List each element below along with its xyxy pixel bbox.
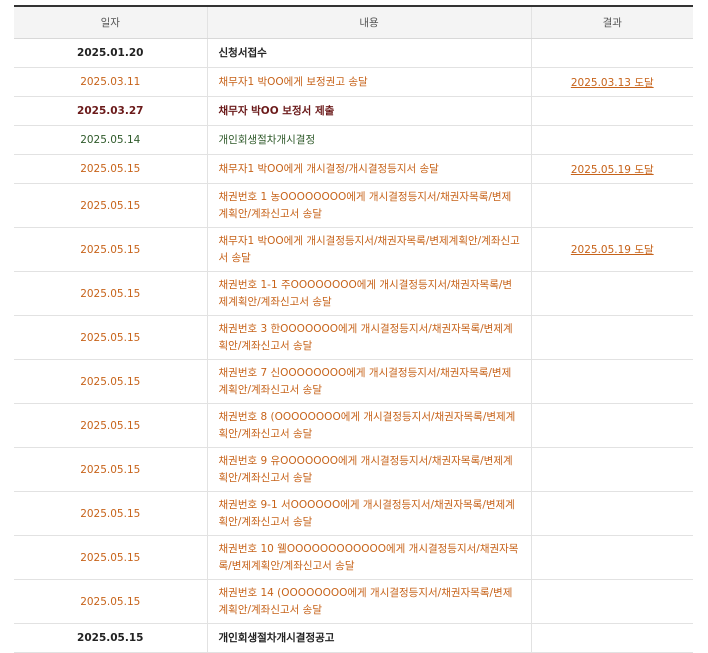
table-body: 2025.01.20 신청서접수 2025.03.11 채무자1 박OO에게 보정권고… [14,38,693,653]
table-row: 2025.05.15 채권번호 3 한OOOOOOO에게 개시결정등지서/채권자목… [14,315,693,360]
table-row: 2025.05.15 채권번호 1-1 주OOOOOOOO에게 개시결정등지서/채… [14,271,693,316]
row-content: 채권번호 14 (OOOOOOOO에게 개시결정등지서/채권자목록/변제계획안/… [206,579,531,624]
table-row: 2025.05.15 채무자1 박OO에게 개시결정등지서/채권자목록/변제계획안… [14,227,693,272]
row-content: 채권번호 9-1 서OOOOOO에게 개시결정등지서/채권자목록/변제계획안/계… [206,491,531,536]
row-content: 채무자1 박OO에게 개시결정등지서/채권자목록/변제계획안/계좌신고서 송달 [206,227,531,272]
table-row: 2025.03.11 채무자1 박OO에게 보정권고 송달 2025.03.13 도… [14,67,693,97]
row-content: 채권번호 7 신OOOOOOOO에게 개시결정등지서/채권자목록/변제계획안/계… [206,359,531,404]
table-row: 2025.05.15 채권번호 9-1 서OOOOOO에게 개시결정등지서/채권자… [14,491,693,536]
table-row: 2025.05.15 채권번호 1 농OOOOOOOO에게 개시결정등지서/채권자… [14,183,693,228]
row-result [530,535,693,580]
row-result [530,271,693,316]
row-result [530,315,693,360]
row-date: 2025.05.15 [14,403,207,448]
row-date: 2025.05.15 [14,359,207,404]
row-date: 2025.05.15 [14,623,207,653]
row-result: 2025.05.19 도달 [530,227,693,272]
row-content: 채무자1 박OO에게 개시결정/개시결정등지서 송달 [206,154,531,184]
row-date: 2025.05.15 [14,491,207,536]
row-content: 채권번호 1-1 주OOOOOOOO에게 개시결정등지서/채권자목록/변제계획안… [206,271,531,316]
table-row: 2025.05.15 채권번호 9 유OOOOOOO에게 개시결정등지서/채권자목… [14,447,693,492]
row-result [530,447,693,492]
row-content: 개인회생절차개시결정공고 [206,623,531,653]
row-date: 2025.05.15 [14,154,207,184]
row-content: 개인회생절차개시결정 [206,125,531,155]
table-row: 2025.05.15 채권번호 14 (OOOOOOOO에게 개시결정등지서/채권… [14,579,693,624]
delivery-result-link[interactable]: 2025.05.19 도달 [571,244,654,256]
row-content: 채권번호 8 (OOOOOOOO에게 개시결정등지서/채권자목록/변제계획안/계… [206,403,531,448]
row-date: 2025.05.15 [14,579,207,624]
table-row: 2025.05.15 채권번호 8 (OOOOOOOO에게 개시결정등지서/채권자… [14,403,693,448]
row-result [530,96,693,126]
row-date: 2025.03.27 [14,96,207,126]
table-row: 2025.05.15 채권번호 7 신OOOOOOOO에게 개시결정등지서/채권자… [14,359,693,404]
row-result: 2025.05.19 도달 [530,154,693,184]
delivery-result-link[interactable]: 2025.03.13 도달 [571,77,654,89]
row-result [530,623,693,653]
row-date: 2025.03.11 [14,67,207,97]
row-date: 2025.05.15 [14,447,207,492]
row-result [530,359,693,404]
table-row: 2025.03.27 채무자 박OO 보정서 제출 [14,96,693,126]
row-content: 채무자 박OO 보정서 제출 [206,96,531,126]
row-date: 2025.01.20 [14,38,207,68]
header-content: 내용 [206,5,531,39]
row-content: 채권번호 10 웰OOOOOOOOOOOO에게 개시결정등지서/채권자목록/변제… [206,535,531,580]
case-progress-table: 일자 내용 결과 2025.01.20 신청서접수 2025.03.11 채무자1 박… [14,5,693,653]
row-result [530,403,693,448]
header-date: 일자 [14,5,207,39]
table-row: 2025.01.20 신청서접수 [14,38,693,68]
table-row: 2025.05.14 개인회생절차개시결정 [14,125,693,155]
row-date: 2025.05.15 [14,315,207,360]
header-result: 결과 [530,5,693,39]
table-row: 2025.05.15 개인회생절차개시결정공고 [14,623,693,653]
row-date: 2025.05.15 [14,227,207,272]
row-date: 2025.05.15 [14,183,207,228]
row-content: 채권번호 3 한OOOOOOO에게 개시결정등지서/채권자목록/변제계획안/계좌… [206,315,531,360]
row-result: 2025.03.13 도달 [530,67,693,97]
row-content: 신청서접수 [206,38,531,68]
row-result [530,491,693,536]
table-row: 2025.05.15 채권번호 10 웰OOOOOOOOOOOO에게 개시결정등지… [14,535,693,580]
row-result [530,579,693,624]
row-result [530,183,693,228]
row-content: 채권번호 1 농OOOOOOOO에게 개시결정등지서/채권자목록/변제계획안/계… [206,183,531,228]
row-date: 2025.05.14 [14,125,207,155]
table-row: 2025.05.15 채무자1 박OO에게 개시결정/개시결정등지서 송달 2025… [14,154,693,184]
row-date: 2025.05.15 [14,271,207,316]
case-progress-table-container: 일자 내용 결과 2025.01.20 신청서접수 2025.03.11 채무자1 박… [14,5,693,653]
row-result [530,38,693,68]
row-content: 채무자1 박OO에게 보정권고 송달 [206,67,531,97]
row-result [530,125,693,155]
row-content: 채권번호 9 유OOOOOOO에게 개시결정등지서/채권자목록/변제계획안/계좌… [206,447,531,492]
delivery-result-link[interactable]: 2025.05.19 도달 [571,164,654,176]
table-header-row: 일자 내용 결과 [14,5,693,39]
row-date: 2025.05.15 [14,535,207,580]
